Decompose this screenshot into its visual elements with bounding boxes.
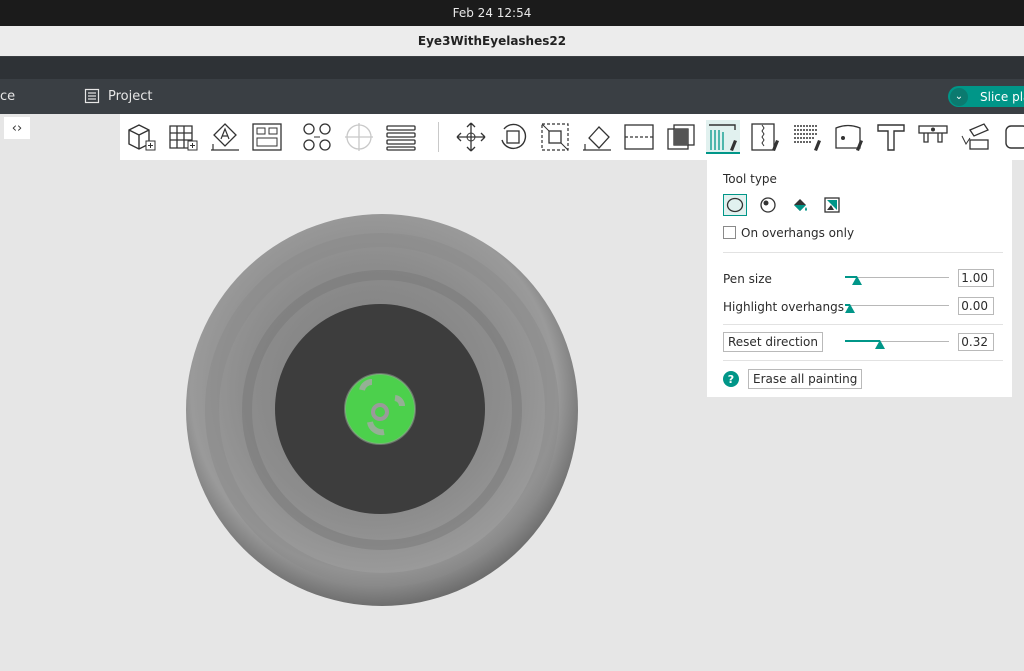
split-objects-icon <box>303 123 331 151</box>
tool-type-sphere-button[interactable] <box>756 194 780 216</box>
panel-divider <box>723 360 1003 361</box>
arrange-icon <box>252 123 282 151</box>
gap-fill-tool-icon <box>824 197 840 213</box>
auto-orient-button[interactable] <box>208 120 242 154</box>
window-title-bar: Eye3WithEyelashes22 <box>0 26 1024 56</box>
window-title: Eye3WithEyelashes22 <box>417 34 567 48</box>
add-plate-button[interactable] <box>166 120 200 154</box>
more-tools-button[interactable] <box>1000 120 1024 154</box>
main-toolbar <box>120 114 1024 160</box>
auto-orient-icon <box>211 123 239 151</box>
tab-project[interactable]: Project <box>84 88 152 104</box>
slider-thumb[interactable] <box>875 340 886 349</box>
add-object-button[interactable] <box>124 120 158 154</box>
assembly-tool-button[interactable] <box>958 120 992 154</box>
slice-plate-button[interactable]: ⌄ Slice pla <box>948 86 1024 107</box>
variable-layer-height-button[interactable] <box>384 120 418 154</box>
highlight-overhangs-label: Highlight overhangs <box>723 300 844 314</box>
fuzzy-skin-painting-button[interactable] <box>790 120 824 154</box>
tool-type-gap-fill-button[interactable] <box>820 194 844 216</box>
brim-ears-icon <box>1005 125 1024 149</box>
fill-tool-icon <box>794 199 807 211</box>
lay-on-face-button[interactable] <box>580 120 614 154</box>
pen-size-value-field[interactable]: 1.00 <box>958 269 994 287</box>
expand-arrows-icon: ‹› <box>11 120 23 136</box>
tab-bar: ce Project ⌄ Slice pla <box>0 79 1024 114</box>
add-plate-grid-icon <box>169 125 198 151</box>
rotate-icon <box>501 123 527 150</box>
tool-type-fill-button[interactable] <box>788 194 812 216</box>
lay-on-face-icon <box>583 126 611 151</box>
slice-plate-label: Slice pla <box>980 89 1024 104</box>
support-painting-panel: Tool type On overhangs only Pen size 1.0… <box>707 160 1012 397</box>
chevron-down-icon[interactable]: ⌄ <box>950 87 968 106</box>
scale-icon <box>541 123 569 151</box>
move-tool-button[interactable] <box>454 120 488 154</box>
text-tool-button[interactable] <box>874 120 908 154</box>
pen-size-label: Pen size <box>723 272 772 286</box>
split-parts-button <box>342 120 376 154</box>
seam-painting-button[interactable] <box>748 120 782 154</box>
slider-thumb[interactable] <box>852 276 863 285</box>
highlight-overhangs-value-field[interactable]: 0.00 <box>958 297 994 315</box>
text-t-icon <box>877 124 905 151</box>
cut-tool-button[interactable] <box>622 120 656 154</box>
cut-icon <box>624 124 654 150</box>
eyeball-model[interactable] <box>186 214 578 606</box>
collapse-sidebar-button[interactable]: ‹› <box>4 117 30 139</box>
project-list-icon <box>84 88 100 104</box>
reset-direction-slider[interactable] <box>845 340 949 349</box>
panel-divider <box>723 324 1003 325</box>
split-objects-button[interactable] <box>300 120 334 154</box>
color-painting-icon <box>835 124 863 151</box>
rotate-tool-button[interactable] <box>496 120 530 154</box>
system-top-bar: Feb 24 12:54 <box>0 0 1024 26</box>
add-cube-icon <box>128 124 156 151</box>
system-clock[interactable]: Feb 24 12:54 <box>453 6 532 20</box>
highlight-overhangs-slider[interactable] <box>845 304 949 313</box>
tool-type-label: Tool type <box>723 172 777 186</box>
pen-size-slider[interactable] <box>845 276 949 285</box>
assembly-icon <box>961 123 989 150</box>
reset-direction-button[interactable]: Reset direction <box>723 332 823 352</box>
circle-tool-icon <box>726 197 744 213</box>
split-parts-icon <box>345 123 373 151</box>
color-painting-button[interactable] <box>832 120 866 154</box>
seam-painting-icon <box>751 123 779 151</box>
scale-tool-button[interactable] <box>538 120 572 154</box>
erase-all-painting-button[interactable]: Erase all painting <box>748 369 863 389</box>
fuzzy-skin-icon <box>794 125 821 151</box>
arrange-button[interactable] <box>250 120 284 154</box>
tool-type-circle-button[interactable] <box>723 194 747 216</box>
slider-thumb[interactable] <box>845 304 856 313</box>
tab-project-label: Project <box>108 88 153 104</box>
tab-prepare[interactable]: ce <box>0 89 15 104</box>
on-overhangs-only-checkbox[interactable] <box>723 226 736 239</box>
on-overhangs-only-label: On overhangs only <box>741 226 855 240</box>
menu-bar <box>0 56 1024 79</box>
caliper-icon <box>918 125 948 143</box>
boolean-icon <box>667 124 695 150</box>
support-painting-button[interactable] <box>706 120 740 154</box>
measure-tool-button[interactable] <box>916 120 950 154</box>
help-icon[interactable]: ? <box>723 371 739 387</box>
support-painting-icon <box>709 124 737 151</box>
sphere-tool-icon <box>760 197 776 213</box>
panel-divider <box>723 252 1003 253</box>
boolean-tool-button[interactable] <box>664 120 698 154</box>
reset-direction-value-field[interactable]: 0.32 <box>958 333 994 351</box>
toolbar-separator <box>438 122 439 152</box>
layers-icon <box>386 125 416 151</box>
move-icon <box>456 122 486 152</box>
